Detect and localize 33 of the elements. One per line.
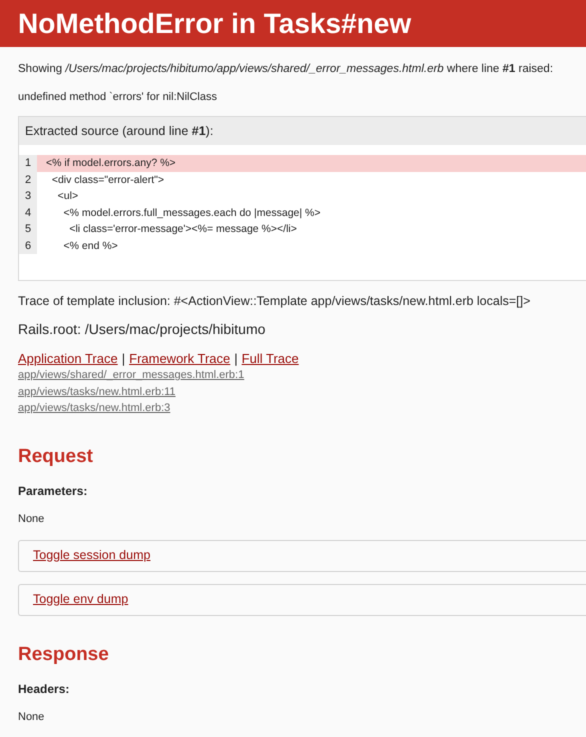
trace-link[interactable]: Framework Trace bbox=[129, 351, 230, 367]
trace-link[interactable]: Full Trace bbox=[242, 351, 299, 367]
separator: | bbox=[234, 351, 238, 367]
error-title: NoMethodError in Tasks#new bbox=[18, 10, 412, 38]
line-number: 1 bbox=[24, 156, 32, 171]
line-number: 5 bbox=[24, 222, 32, 237]
section-heading: Request bbox=[18, 446, 94, 468]
toggle-link[interactable]: Toggle env dump bbox=[33, 590, 128, 609]
trace-link[interactable]: Application Trace bbox=[18, 351, 118, 367]
trace-line-link[interactable]: app/views/tasks/new.html.erb:3 bbox=[18, 400, 170, 416]
section-heading: Response bbox=[18, 644, 110, 666]
line-number: 3 bbox=[24, 189, 32, 204]
error-location: Showing /Users/mac/projects/hibitumo/app/views/shared/_error_messages.html.erb where line #1 raised: bbox=[18, 62, 554, 77]
separator: | bbox=[122, 351, 126, 367]
trace-line-link[interactable]: app/views/tasks/new.html.erb:11 bbox=[18, 384, 176, 400]
line-number: 2 bbox=[24, 172, 32, 188]
section-subheading: Headers: bbox=[18, 682, 70, 696]
error-message: undefined method `errors' for nil:NilClass bbox=[18, 90, 218, 105]
code-line: <% model.errors.full_messages.each do |message| %> bbox=[62, 206, 322, 220]
code-line: <ul> bbox=[56, 189, 80, 204]
section-subheading: Parameters: bbox=[18, 484, 88, 498]
section-value: None bbox=[18, 710, 46, 724]
line-number: 6 bbox=[24, 238, 32, 254]
source-heading: Extracted source (around line #1): bbox=[24, 123, 214, 140]
code-line: <div class="error-alert"> bbox=[50, 172, 166, 188]
trace-line-link[interactable]: app/views/shared/_error_messages.html.erb:1 bbox=[18, 367, 244, 384]
rails-root: Rails.root: /Users/mac/projects/hibitumo bbox=[18, 321, 266, 338]
template-trace: Trace of template inclusion: #<ActionView::Template app/views/tasks/new.html.erb locals=[]> bbox=[18, 293, 532, 309]
line-number: 4 bbox=[24, 206, 32, 220]
code-line: <% end %> bbox=[62, 238, 119, 254]
code-line: <li class='error-message'><%= message %></li> bbox=[68, 222, 298, 237]
section-value: None bbox=[18, 512, 46, 526]
toggle-link[interactable]: Toggle session dump bbox=[33, 546, 150, 565]
